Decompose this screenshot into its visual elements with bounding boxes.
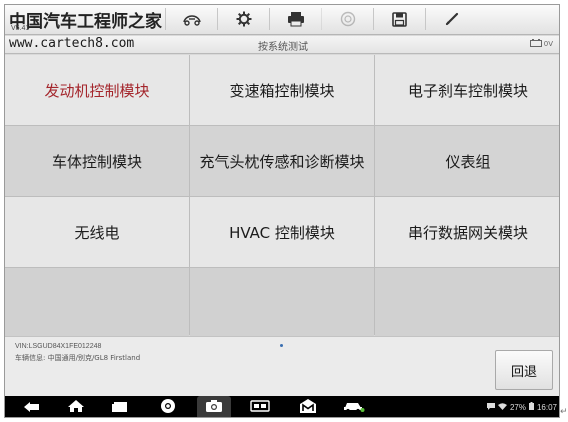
back-button[interactable]: 回退 (495, 350, 553, 390)
vin-text: VIN:LSGUD84X1FE012248 (15, 343, 102, 350)
app-window: 中国汽车工程师之家 V5.41 按系统测试 0V www.cartech8.co… (4, 4, 560, 418)
top-toolbar: 中国汽车工程师之家 V5.41 (5, 5, 559, 35)
vehicle-info-bar: VIN:LSGUD84X1FE012248 车辆信息: 中国通用/别克/GL8 … (5, 336, 559, 396)
camera-icon (205, 398, 223, 417)
gear-icon (236, 11, 252, 27)
battery-percent: 27% (509, 402, 526, 412)
empty-cell (375, 268, 559, 338)
nav-recents-button[interactable] (105, 396, 135, 417)
edit-button[interactable] (425, 8, 477, 30)
browser-app-button[interactable] (153, 396, 183, 418)
module-serial-gateway[interactable]: 串行数据网关模块 (375, 197, 559, 267)
m-logo-icon (300, 398, 316, 417)
vci-app-button[interactable] (245, 396, 275, 417)
module-instrument-cluster[interactable]: 仪表组 (375, 126, 559, 196)
module-airbag-sensing[interactable]: 充气头枕传感和诊断模块 (190, 126, 374, 196)
vehicle-voltage: 0V (529, 39, 553, 49)
chrome-icon (160, 398, 176, 418)
module-transmission[interactable]: 变速箱控制模块 (190, 55, 374, 125)
clock: 16:07 (536, 402, 557, 412)
vci-icon (250, 398, 270, 417)
empty-cell (190, 268, 374, 338)
help-icon (340, 11, 356, 27)
car-icon (343, 398, 365, 417)
back-arrow-icon (23, 398, 41, 417)
screenshot-button[interactable] (197, 396, 231, 417)
wifi-icon (497, 402, 507, 412)
app-version: V5.41 (11, 25, 30, 32)
message-icon (486, 402, 495, 412)
module-body-control[interactable]: 车体控制模块 (5, 126, 189, 196)
pen-icon (444, 11, 460, 27)
status-area: 27% 16:07 (486, 402, 557, 412)
module-grid: 发动机控制模块 变速箱控制模块 电子刹车控制模块 车体控制模块 充气头枕传感和诊… (5, 55, 559, 338)
watermark-url: www.cartech8.com (9, 36, 135, 51)
brand-title: 中国汽车工程师之家 (9, 12, 162, 32)
nav-back-button[interactable] (17, 396, 47, 417)
module-brake[interactable]: 电子刹车控制模块 (375, 55, 559, 125)
nav-home-button[interactable] (61, 396, 91, 417)
module-radio[interactable]: 无线电 (5, 197, 189, 267)
print-button[interactable] (269, 8, 321, 30)
save-button[interactable] (373, 8, 425, 30)
vehicle-info-text: 车辆信息: 中国通用/别克/GL8 Firstland (15, 354, 141, 362)
recents-icon (112, 398, 128, 417)
settings-button[interactable] (217, 8, 269, 30)
vehicle-connect-button[interactable] (165, 8, 217, 30)
printer-icon (287, 11, 305, 27)
vehicle-connect-icon (182, 12, 202, 26)
empty-cell (5, 268, 189, 338)
paragraph-mark: ↵ (560, 407, 568, 417)
module-hvac[interactable]: HVAC 控制模块 (190, 197, 374, 267)
device-battery-icon (528, 402, 534, 412)
help-button[interactable] (321, 8, 373, 30)
maxifix-app-button[interactable] (293, 396, 323, 417)
voltage-value: 0V (543, 40, 553, 48)
page-indicator (280, 344, 283, 347)
module-engine[interactable]: 发动机控制模块 (5, 55, 189, 125)
home-icon (67, 398, 85, 417)
system-nav-bar: 27% 16:07 (5, 396, 559, 418)
battery-icon (529, 39, 542, 49)
save-icon (392, 11, 407, 27)
vehicle-app-button[interactable] (339, 396, 369, 417)
